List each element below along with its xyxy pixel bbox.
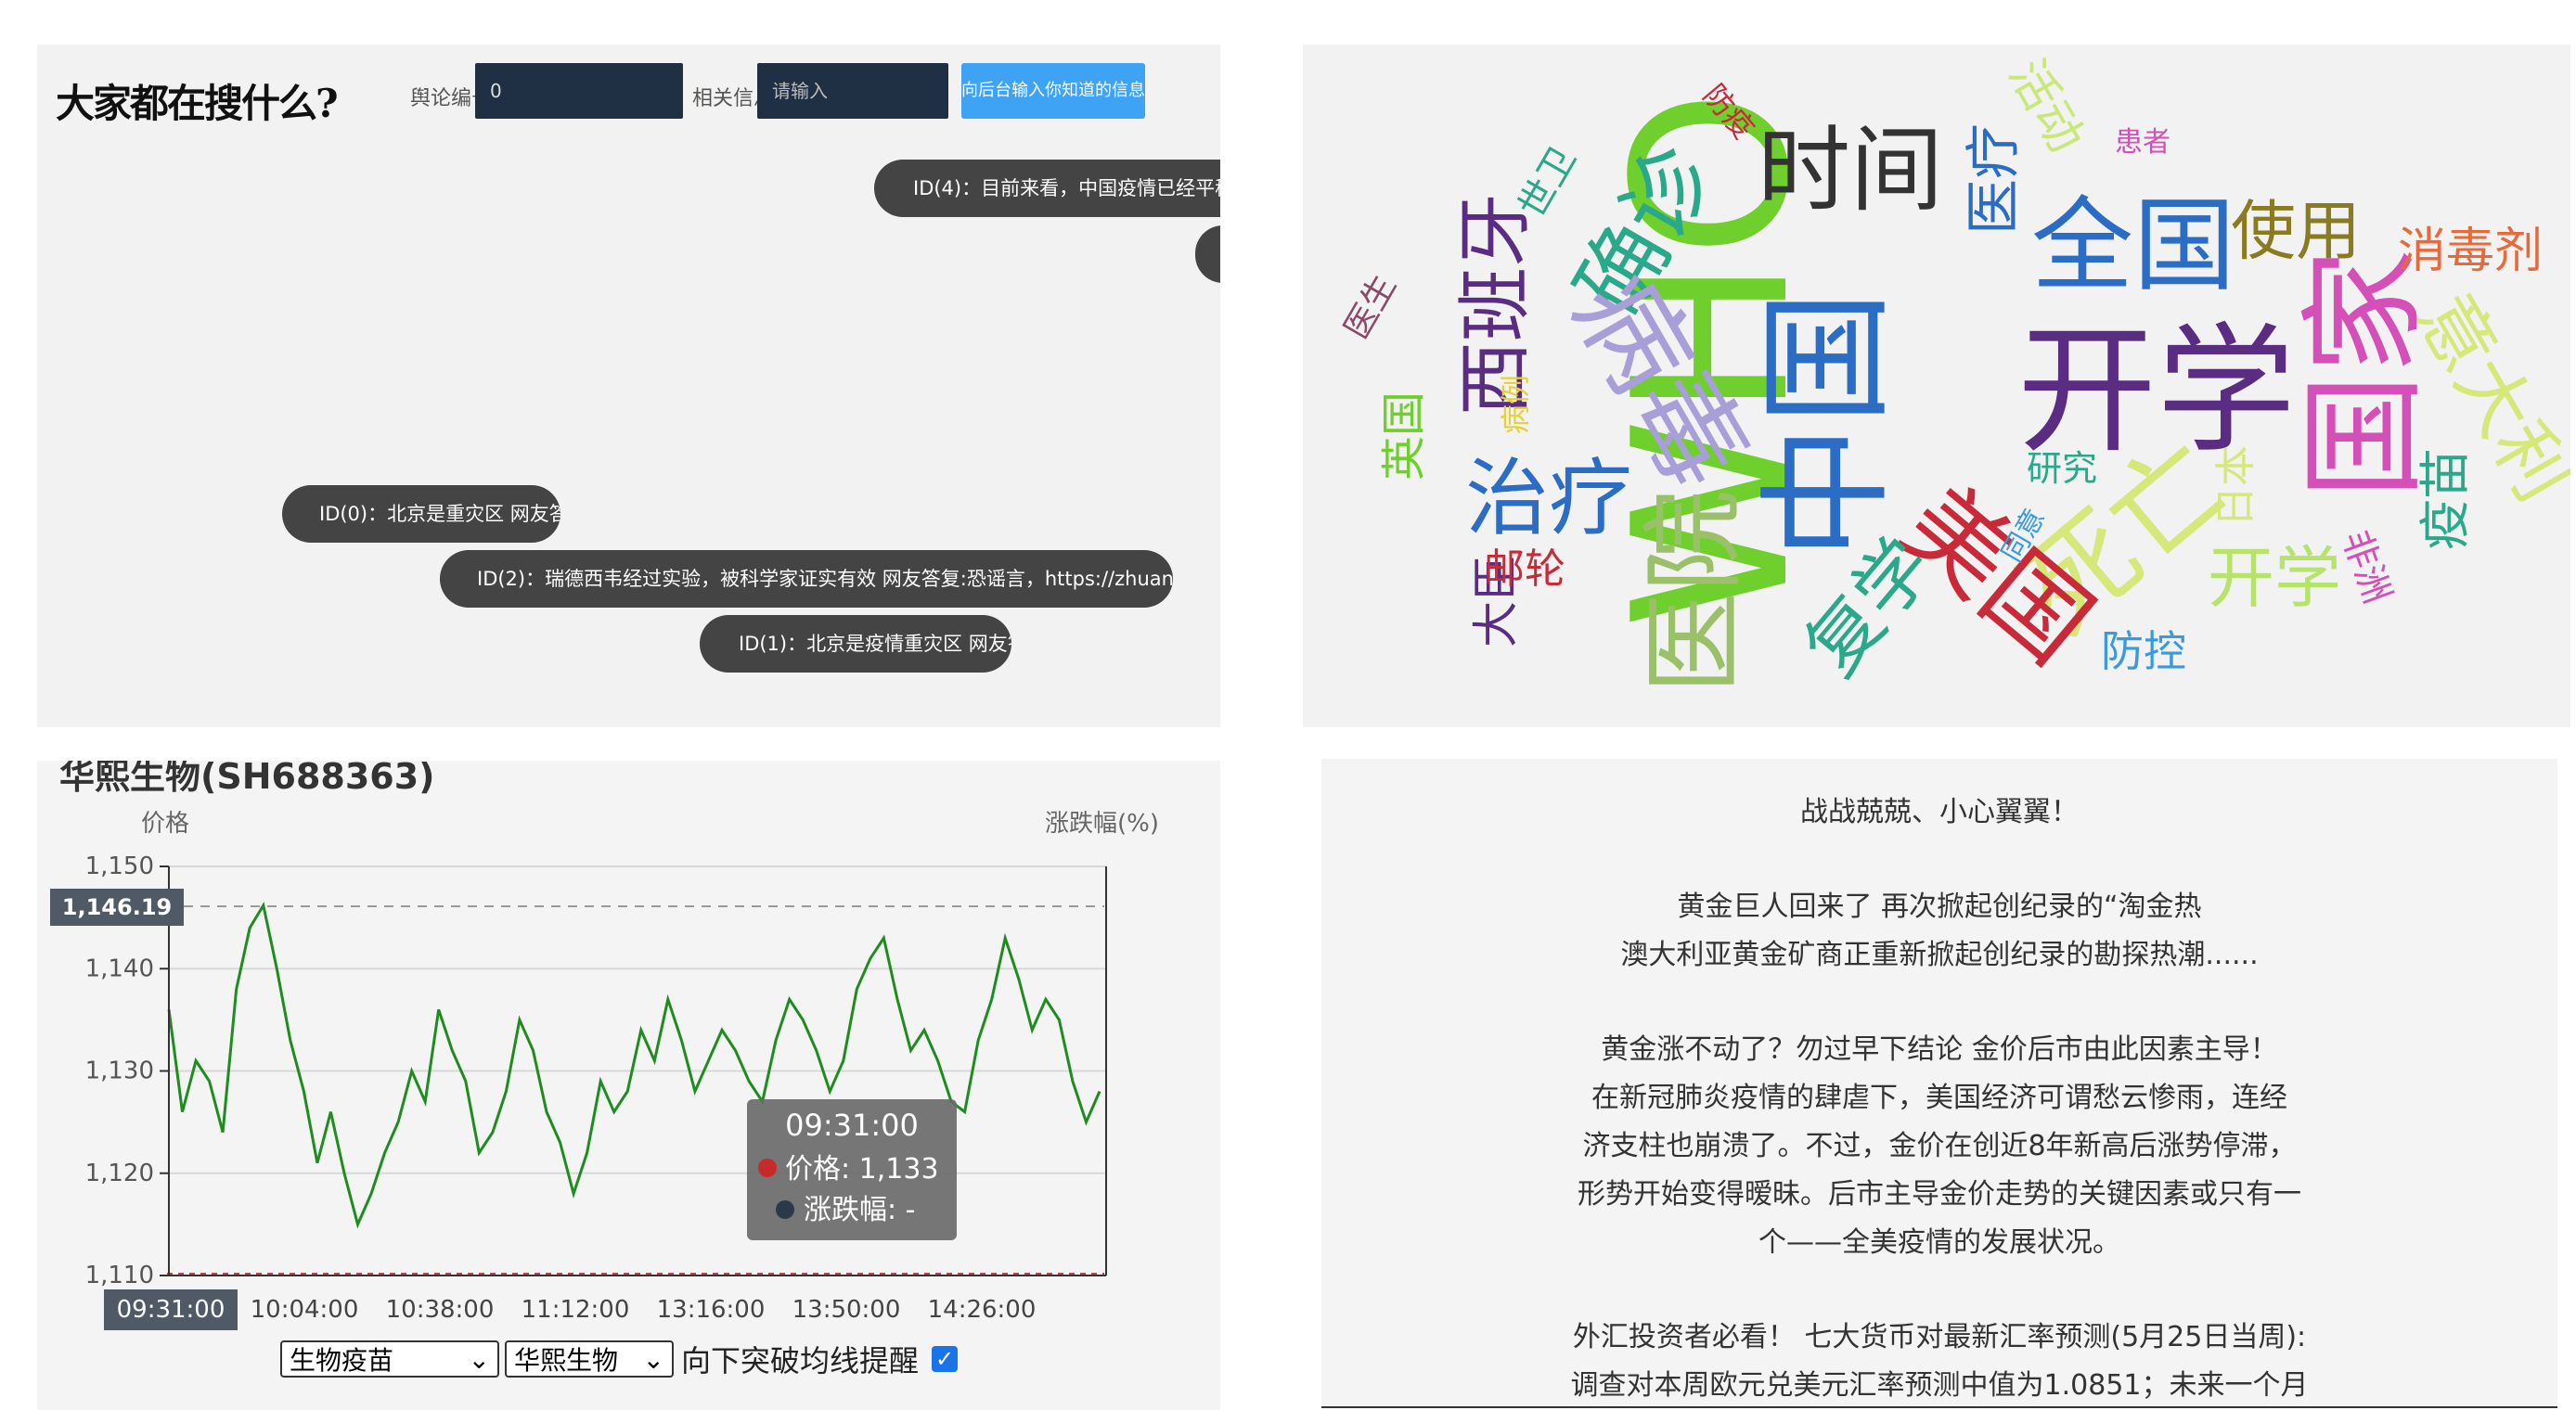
info-input[interactable]: 请输入 [757,63,948,119]
tooltip-time: 09:31:00 [785,1108,919,1143]
danmaku-bubble-partial [1195,225,1220,283]
danmaku-bubble: ID(2)：瑞德西韦经过实验，被科学家证实有效 网友答复:恐谣言，https:/… [440,550,1173,608]
chevron-down-icon: ⌄ [642,1343,664,1375]
news-line: 形势开始变得暧昧。后市主导金价走势的关键因素或只有一 [1578,1178,2301,1211]
send-button[interactable]: 向后台输入你知道的信息 [961,63,1145,119]
wordcloud-word: 治疗 [1465,450,1632,547]
news-line: 黄金巨人回来了 再次掀起创纪录的“淘金热 [1677,891,2202,923]
x-tick-label: 13:50:00 [792,1296,901,1324]
danmaku-bubble: ID(0)：北京是重灾区 网友答复测试 [282,485,560,543]
news-line: 澳大利亚黄金矿商正重新掀起创纪录的勘探热潮...... [1620,939,2259,971]
danmaku-panel: 大家都在搜什么? 舆论编号 0 相关信息 请输入 向后台输入你知道的信息 ID(… [37,45,1220,727]
wordcloud-word: 病例 [1498,375,1533,434]
news-line: 战战兢兢、小心翼翼！ [1800,796,2079,828]
tooltip-change: 涨跌幅: - [804,1194,915,1226]
x-axis-ticks: 10:04:00 10:38:00 11:12:00 13:16:00 13:50:00… [251,1296,1037,1324]
chevron-down-icon: ⌄ [468,1343,490,1375]
chart-grid [169,865,1106,1276]
sector-select-value: 生物疫苗 [290,1345,394,1376]
wordcloud-word: 日本 [2212,445,2260,527]
alert-checkbox[interactable]: ✓ [932,1346,959,1372]
wordcloud-word: 时间 [1758,116,1943,224]
x-tick-label: 11:12:00 [522,1296,630,1324]
y-tick-label: 1,130 [85,1058,154,1085]
wordcloud-word: 英国 [1378,391,1430,481]
wordcloud-word: 医生 [1337,269,1404,346]
news-line: 济支柱也崩溃了。不过，金价在创近8年新高后涨势停滞， [1582,1130,2297,1162]
news-line: 个——全美疫情的发展状况。 [1758,1226,2120,1259]
news-line: 黄金涨不动了？勿过早下结论 金价后市由此因素主导！ [1601,1033,2278,1066]
x-tick-label: 10:04:00 [251,1296,359,1324]
wordcloud-panel: WHO 中国 开学 国家 全国 时间 医院 死亡 美国 治疗 确诊 西班牙 病毒… [1303,45,2570,727]
wordcloud-word: 使用 [2231,193,2361,269]
price-line [167,901,1101,1229]
wordcloud-word: 非洲 [2334,525,2400,609]
wordcloud-word: 研究 [2027,448,2097,489]
x-tick-label: 14:26:00 [928,1296,1037,1324]
news-panel: 战战兢兢、小心翼翼！ 黄金巨人回来了 再次掀起创纪录的“淘金热 澳大利亚黄金矿商… [1321,759,2557,1408]
news-line: 在新冠肺炎疫情的肆虐下，美国经济可谓愁云惨雨，连经 [1591,1082,2287,1114]
right-axis-label: 涨跌幅(%) [1045,810,1159,838]
wordcloud: WHO 中国 开学 国家 全国 时间 医院 死亡 美国 治疗 确诊 西班牙 病毒… [1337,51,2570,695]
stock-select-value: 华熙生物 [514,1345,619,1376]
high-marker: 1,146.19 [62,894,172,920]
wordcloud-word: 开学 [2208,539,2341,617]
sector-select[interactable]: 生物疫苗 ⌄ [280,1340,499,1378]
stock-title: 华熙生物(SH688363) [59,761,435,797]
news-line: 外汇投资者必看！ 七大货币对最新汇率预测(5月25日当周): [1572,1321,2307,1353]
x-tick-label: 10:38:00 [386,1296,495,1324]
danmaku-bubble: ID(1)：北京是疫情重灾区 网友答复:暂无 [700,615,1011,673]
chart-controls: 生物疫苗 ⌄ 华熙生物 ⌄ 向下突破均线提醒 ✓ [280,1340,959,1378]
stock-chart-panel: 华熙生物(SH688363) 价格 涨跌幅(%) 1,150 1,140 1,130… [37,761,1220,1410]
price-legend-dot [758,1159,777,1177]
x-tick-label: 13:16:00 [657,1296,766,1324]
wordcloud-word: 消毒剂 [2398,224,2543,279]
stock-select[interactable]: 华熙生物 ⌄ [505,1340,674,1378]
left-axis-label: 价格 [141,810,189,838]
wordcloud-word: 医院 [1635,490,1754,694]
y-tick-label: 1,120 [85,1160,154,1187]
wordcloud-word: 防控 [2101,626,2186,676]
danmaku-bubble: ID(4)：目前来看，中国疫情已经平稳 网友答复 [874,160,1220,217]
wordcloud-word: 医疗 [1962,123,2027,235]
change-legend-dot [776,1200,794,1219]
tooltip-price: 价格: 1,133 [785,1153,939,1186]
chart-tooltip: 09:31:00 价格: 1,133 涨跌幅: - [747,1099,957,1240]
wordcloud-word: 患者 [2115,126,2170,159]
wordcloud-word: 疫苗 [2415,448,2475,550]
news-line: 调查对本周欧元兑美元汇率预测中值为1.0851；未来一个月 [1570,1369,2309,1402]
y-tick-label: 1,150 [85,853,154,880]
wordcloud-word: 邮轮 [1484,545,1565,593]
wordcloud-word: 全国 [2031,186,2235,305]
stock-chart: 华熙生物(SH688363) 价格 涨跌幅(%) 1,150 1,140 1,130… [50,761,1159,1330]
alert-label: 向下突破均线提醒 [681,1343,920,1378]
y-tick-label: 1,140 [85,955,154,982]
wordcloud-word: 中国 [1749,290,1906,559]
y-tick-label: 1,110 [85,1262,154,1289]
id-input[interactable]: 0 [475,63,683,119]
x-pointer-label: 09:31:00 [117,1296,225,1324]
danmaku-title: 大家都在搜什么? [56,81,339,126]
